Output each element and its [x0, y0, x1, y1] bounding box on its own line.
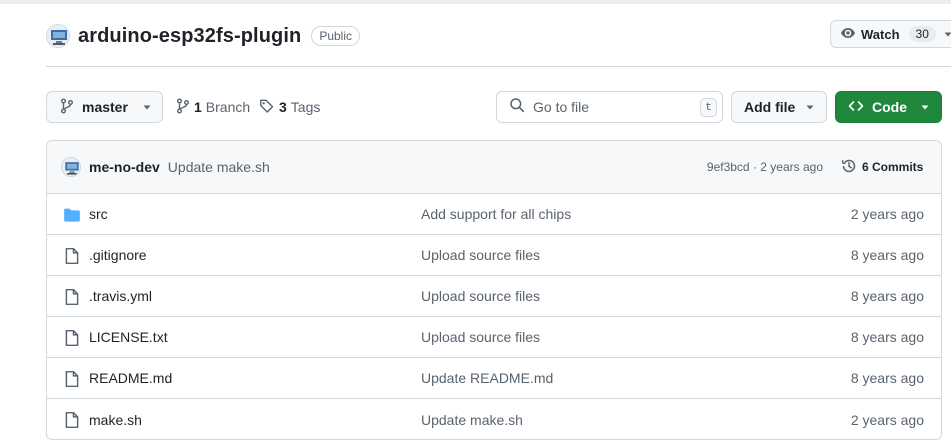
file-name-link[interactable]: LICENSE.txt	[89, 329, 168, 345]
file-name-link[interactable]: .gitignore	[89, 247, 147, 263]
git-branch-icon	[60, 98, 74, 117]
visibility-badge: Public	[311, 26, 361, 46]
file-commit-message-link[interactable]: Upload source files	[421, 288, 540, 304]
code-icon	[848, 98, 864, 117]
watch-caret-icon	[943, 27, 951, 42]
triangle-down-icon	[142, 99, 152, 115]
file-name-link[interactable]: make.sh	[89, 412, 142, 428]
branches-label: Branch	[205, 99, 251, 115]
file-row[interactable]: src Add support for all chips 2 years ag…	[47, 194, 941, 235]
file-commit-message-link[interactable]: Upload source files	[421, 247, 540, 263]
commit-message-link[interactable]: Update make.sh	[168, 159, 270, 175]
commits-count: 6 Commits	[862, 160, 924, 174]
go-to-file-input[interactable]	[533, 99, 693, 115]
add-file-label: Add file	[744, 99, 796, 115]
file-age: 8 years ago	[850, 247, 924, 263]
file-age: 8 years ago	[850, 288, 924, 304]
branch-name: master	[82, 99, 128, 115]
git-branch-icon	[176, 98, 190, 117]
file-age: 8 years ago	[850, 370, 924, 386]
owner-avatar-icon[interactable]	[46, 24, 70, 48]
file-row[interactable]: LICENSE.txt Upload source files 8 years …	[47, 317, 941, 358]
watch-label: Watch	[861, 26, 900, 42]
commits-history-link[interactable]: 6 Commits	[841, 141, 923, 193]
tag-icon	[259, 98, 275, 117]
file-commit-message-link[interactable]: Add support for all chips	[421, 206, 571, 222]
file-row[interactable]: README.md Update README.md 8 years ago	[47, 358, 941, 399]
triangle-down-icon	[805, 99, 815, 115]
commit-sha-link[interactable]: 9ef3bcd	[707, 160, 750, 174]
commit-author-link[interactable]: me-no-dev	[89, 159, 160, 175]
file-icon	[63, 288, 81, 306]
file-row[interactable]: make.sh Update make.sh 2 years ago	[47, 399, 941, 439]
file-browser: me-no-dev Update make.sh 9ef3bcd · 2 yea…	[46, 140, 942, 440]
file-commit-message-link[interactable]: Update README.md	[421, 370, 553, 386]
file-icon	[63, 411, 81, 429]
code-label: Code	[872, 99, 907, 115]
file-row[interactable]: .travis.yml Upload source files 8 years …	[47, 276, 941, 317]
file-age: 8 years ago	[850, 329, 924, 345]
file-icon	[63, 370, 81, 388]
file-commit-message-link[interactable]: Update make.sh	[421, 412, 523, 428]
file-name-link[interactable]: .travis.yml	[89, 288, 152, 304]
header-divider	[46, 66, 951, 67]
commit-meta: 9ef3bcd · 2 years ago	[707, 141, 823, 193]
go-to-file-search[interactable]: t	[496, 91, 723, 123]
file-commit-message-link[interactable]: Upload source files	[421, 329, 540, 345]
watch-count: 30	[908, 26, 936, 42]
file-name-link[interactable]: README.md	[89, 370, 172, 386]
file-age: 2 years ago	[850, 411, 924, 428]
eye-icon	[840, 25, 856, 44]
file-name-link[interactable]: src	[89, 206, 108, 222]
branches-count: 1	[194, 99, 202, 115]
add-file-button[interactable]: Add file	[731, 91, 827, 123]
tags-count: 3	[279, 99, 287, 115]
commit-meta-separator: ·	[749, 160, 761, 174]
repo-name-link[interactable]: arduino-esp32fs-plugin	[78, 25, 301, 48]
file-icon	[63, 329, 81, 347]
search-shortcut-key: t	[700, 98, 717, 117]
file-age: 2 years ago	[850, 206, 924, 222]
author-avatar-icon[interactable]	[61, 157, 81, 177]
file-row[interactable]: .gitignore Upload source files 8 years a…	[47, 235, 941, 276]
history-icon	[841, 158, 857, 177]
repo-header: arduino-esp32fs-plugin Public	[46, 22, 361, 50]
triangle-down-icon	[920, 99, 930, 115]
code-button[interactable]: Code	[835, 91, 942, 123]
file-icon	[63, 247, 81, 265]
search-icon	[509, 97, 525, 118]
tags-link[interactable]: 3 Tags	[259, 91, 320, 123]
branch-select-button[interactable]: master	[46, 91, 163, 123]
tags-label: Tags	[290, 99, 321, 115]
latest-commit-bar: me-no-dev Update make.sh 9ef3bcd · 2 yea…	[47, 141, 941, 194]
top-border	[0, 0, 951, 4]
commit-age: 2 years ago	[760, 160, 823, 174]
watch-button[interactable]: Watch 30	[830, 20, 951, 48]
branches-link[interactable]: 1 Branch	[176, 91, 250, 123]
folder-icon	[63, 206, 81, 224]
